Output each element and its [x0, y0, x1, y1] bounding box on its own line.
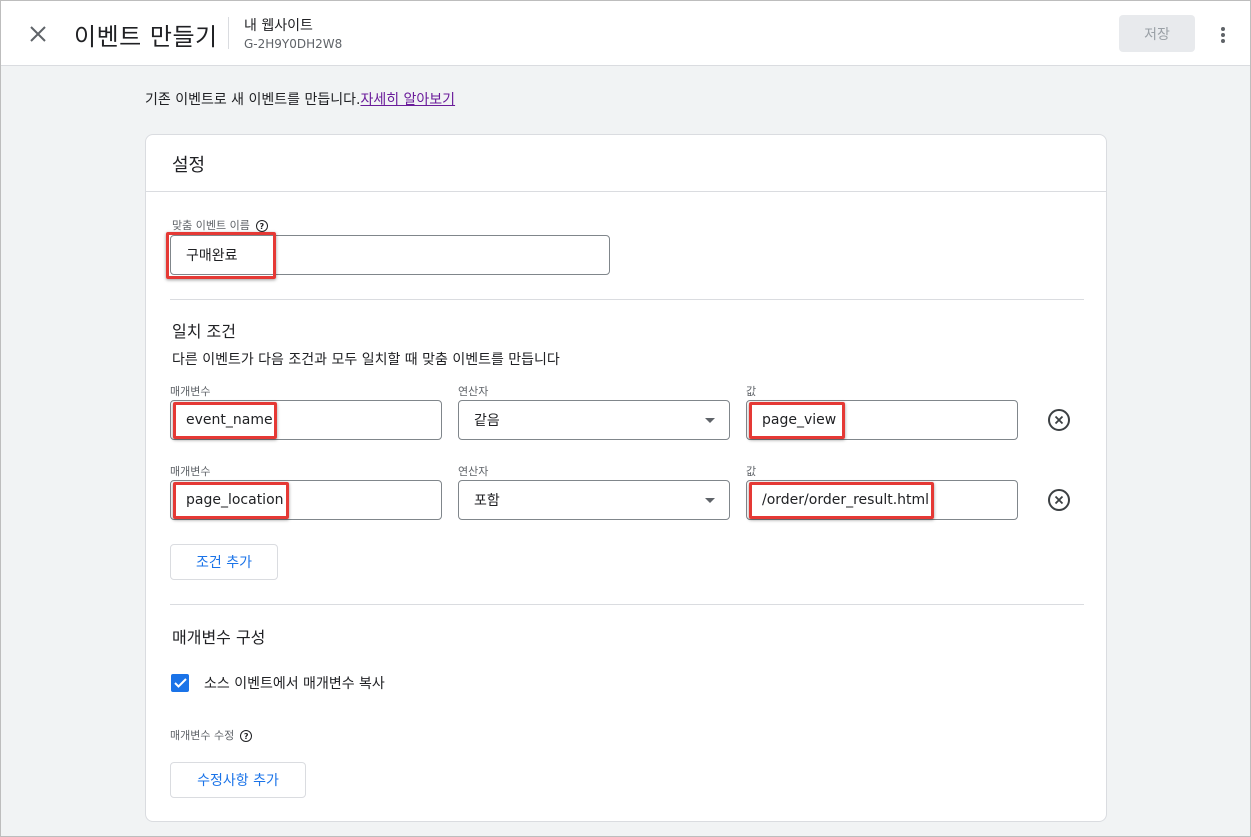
- more-vert-icon: [1221, 27, 1225, 43]
- operator-label: 연산자: [458, 465, 489, 478]
- value-input[interactable]: /order/order_result.html: [746, 480, 1018, 520]
- copy-params-label[interactable]: 소스 이벤트에서 매개변수 복사: [204, 673, 385, 693]
- section-divider: [170, 604, 1084, 605]
- modify-params-label-row: 매개변수 수정?: [170, 727, 253, 743]
- custom-event-name-input[interactable]: 구매완료: [170, 235, 610, 275]
- card-header-divider: [146, 191, 1106, 192]
- operator-value: 같음: [474, 413, 500, 429]
- custom-event-label: 맞춤 이벤트 이름: [172, 219, 250, 232]
- intro-text: 기존 이벤트로 새 이벤트를 만듭니다.자세히 알아보기: [145, 89, 455, 109]
- remove-circle-icon: [1054, 415, 1064, 425]
- close-icon: [30, 26, 46, 42]
- settings-title: 설정: [172, 155, 206, 176]
- operator-select[interactable]: 포함: [458, 480, 730, 520]
- check-icon: [173, 678, 187, 688]
- add-modification-button[interactable]: 수정사항 추가: [170, 762, 306, 798]
- operator-select[interactable]: 같음: [458, 400, 730, 440]
- remove-circle-icon: [1054, 495, 1064, 505]
- remove-condition-button[interactable]: [1048, 409, 1070, 431]
- matching-title: 일치 조건: [172, 322, 236, 341]
- learn-more-link[interactable]: 자세히 알아보기: [360, 92, 455, 108]
- add-condition-button[interactable]: 조건 추가: [170, 544, 278, 580]
- remove-condition-button[interactable]: [1048, 489, 1070, 511]
- param-input[interactable]: page_location: [170, 480, 442, 520]
- operator-label: 연산자: [458, 385, 489, 398]
- dropdown-arrow-icon: [705, 498, 715, 503]
- value-label: 값: [746, 465, 757, 478]
- help-icon[interactable]: ?: [255, 220, 268, 232]
- help-icon[interactable]: ?: [240, 730, 253, 742]
- modify-params-label: 매개변수 수정: [170, 729, 235, 742]
- value-label: 값: [746, 385, 757, 398]
- save-button[interactable]: 저장: [1119, 15, 1195, 52]
- section-divider: [170, 299, 1084, 300]
- custom-event-label-row: 맞춤 이벤트 이름?: [172, 217, 268, 233]
- settings-card: 설정 맞춤 이벤트 이름? 구매완료 일치 조건 다른 이벤트가 다음 조건과 …: [145, 134, 1107, 822]
- param-label: 매개변수: [170, 385, 211, 398]
- operator-value: 포함: [474, 493, 500, 509]
- copy-params-checkbox[interactable]: [171, 674, 189, 692]
- more-options-button[interactable]: [1211, 21, 1235, 49]
- top-bar: 이벤트 만들기 내 웹사이트 G-2H9Y0DH2W8 저장: [1, 1, 1250, 66]
- param-label: 매개변수: [170, 465, 211, 478]
- intro-description: 기존 이벤트로 새 이벤트를 만듭니다.: [145, 92, 361, 108]
- param-input[interactable]: event_name: [170, 400, 442, 440]
- property-name: 내 웹사이트: [244, 18, 313, 34]
- close-button[interactable]: [23, 19, 53, 49]
- value-input[interactable]: page_view: [746, 400, 1018, 440]
- param-config-title: 매개변수 구성: [172, 628, 266, 647]
- dropdown-arrow-icon: [705, 418, 715, 423]
- matching-description: 다른 이벤트가 다음 조건과 모두 일치할 때 맞춤 이벤트를 만듭니다: [172, 352, 560, 368]
- page-title: 이벤트 만들기: [74, 23, 218, 51]
- header-divider: [228, 17, 229, 49]
- property-id: G-2H9Y0DH2W8: [244, 37, 343, 51]
